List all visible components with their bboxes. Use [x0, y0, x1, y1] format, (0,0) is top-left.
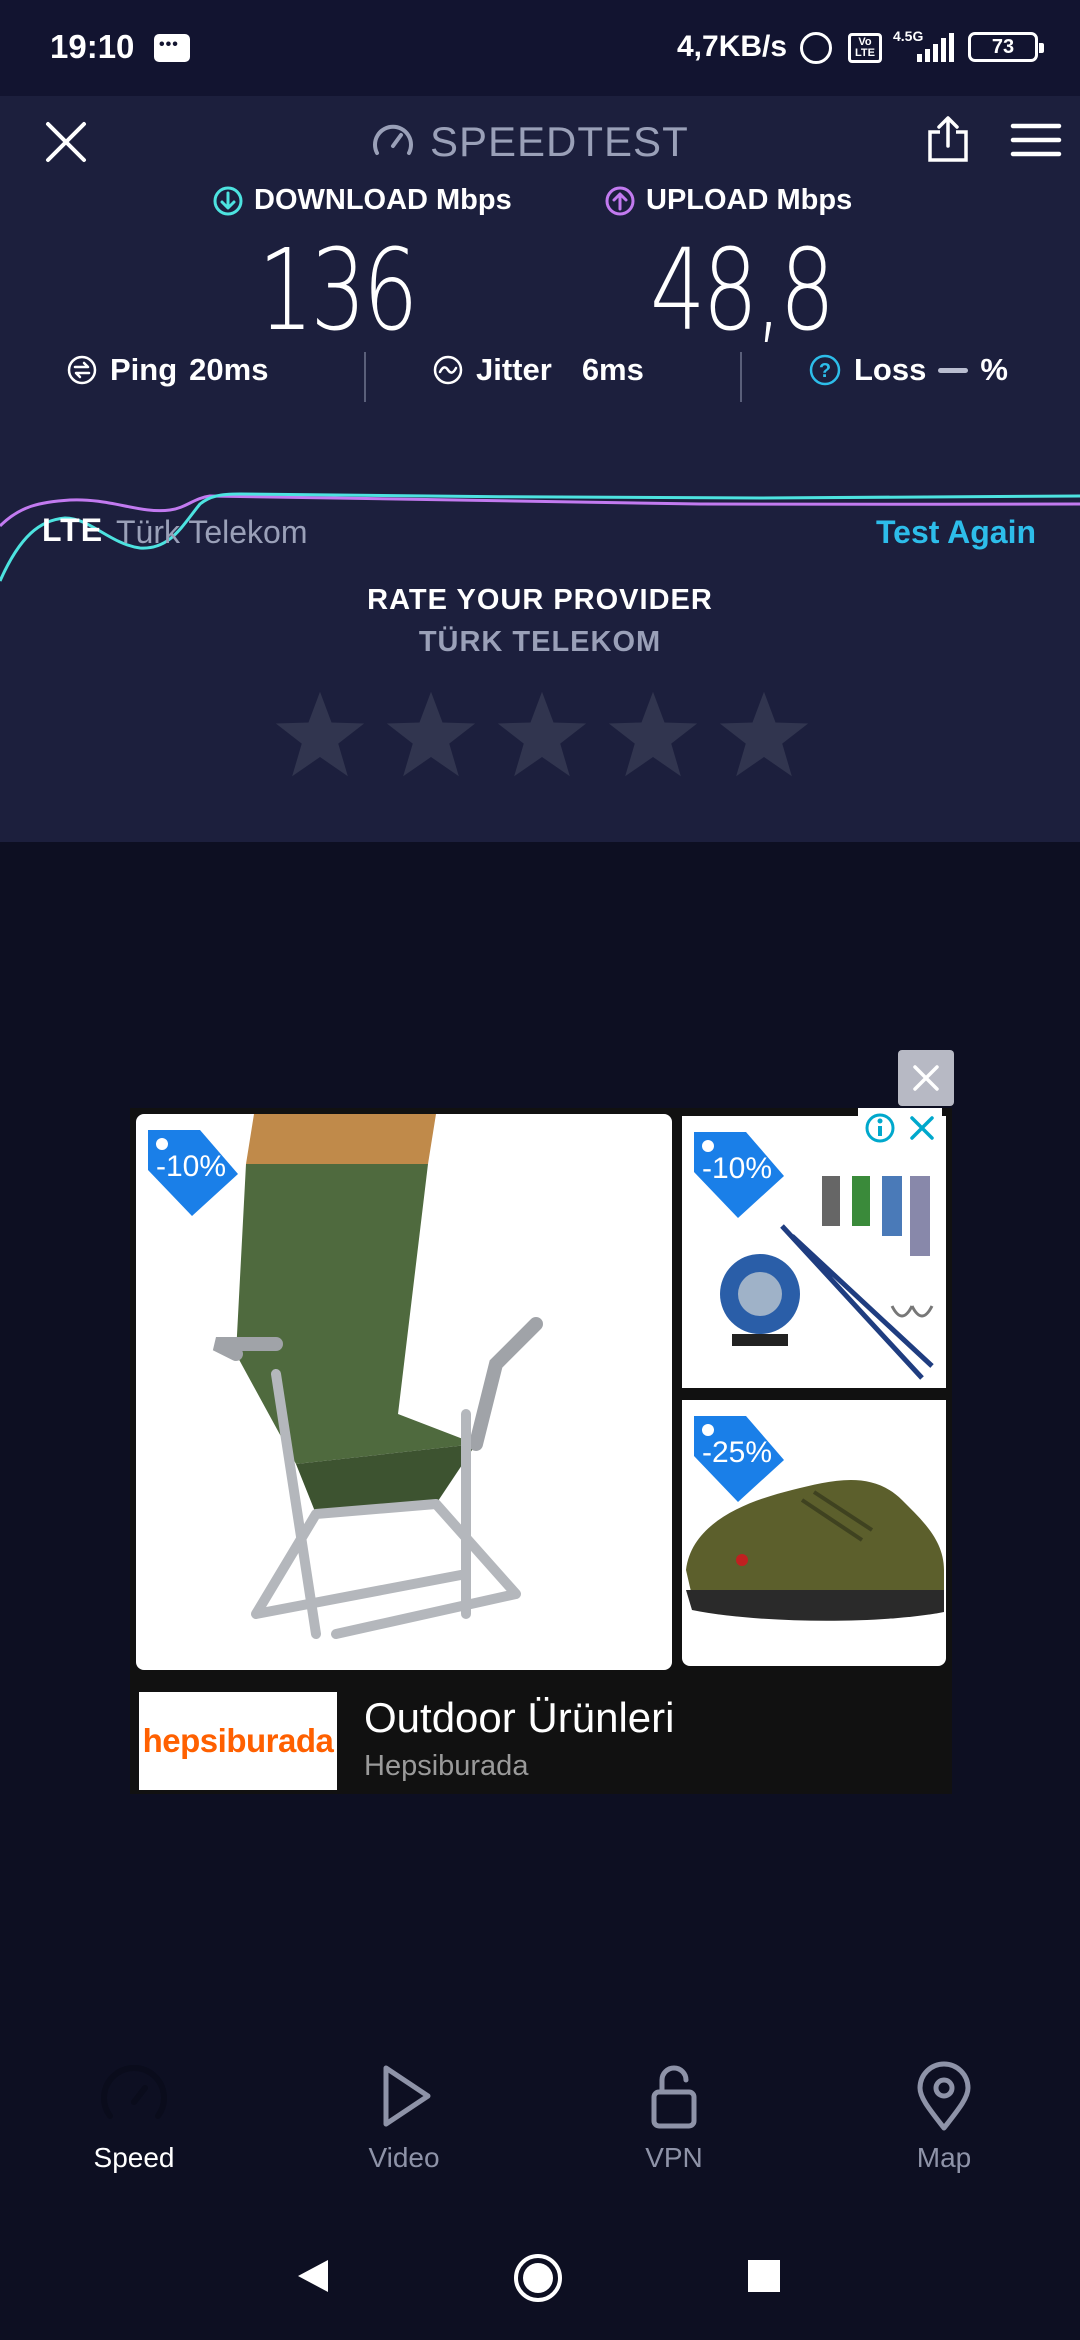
adchoices-badge[interactable] — [858, 1108, 942, 1148]
close-icon[interactable] — [40, 116, 92, 168]
test-again-button[interactable]: Test Again — [876, 514, 1036, 551]
download-arrow-icon — [213, 186, 243, 215]
help-icon[interactable]: ? — [808, 353, 842, 387]
advertiser-logo: hepsiburada — [139, 1692, 337, 1790]
upload-arrow-icon — [605, 186, 635, 215]
results-panel: SPEEDTEST DOWNLOAD Mbps UPLOAD Mbps 136 … — [0, 96, 1080, 842]
jitter-label: Jitter — [476, 352, 552, 387]
nav-speed[interactable]: Speed — [54, 2060, 214, 2200]
ad-footer[interactable]: hepsiburada Outdoor Ürünleri Hepsiburada — [130, 1674, 952, 1792]
download-header: DOWNLOAD Mbps — [212, 184, 512, 217]
jitter-icon — [433, 355, 463, 385]
download-value: 136 — [258, 226, 419, 356]
ad-product-shoe[interactable]: -25% — [682, 1400, 946, 1666]
rate-provider-title: RATE YOUR PROVIDER — [367, 584, 713, 616]
advertisement[interactable]: -10% -10% -25% hepsiburada Outdoor Ürünl… — [130, 1108, 952, 1794]
loss-label: Loss — [854, 352, 927, 387]
ad-advertiser: Hepsiburada — [364, 1750, 529, 1782]
star-icon[interactable] — [494, 686, 590, 782]
rate-provider-name: TÜRK TELEKOM — [418, 626, 662, 658]
ping-stat: Ping 20ms — [66, 352, 268, 388]
provider-name: Türk Telekom — [116, 514, 308, 550]
discount-label: -25% — [701, 1436, 773, 1469]
loss-value: % — [980, 352, 1008, 387]
jitter-stat: Jitter 6ms — [432, 352, 644, 388]
star-icon[interactable] — [272, 686, 368, 782]
star-icon[interactable] — [716, 686, 812, 782]
upload-value: 48,8 — [650, 226, 835, 356]
info-icon — [865, 1113, 895, 1143]
svg-text:?: ? — [819, 360, 831, 382]
signal-icon — [917, 33, 954, 62]
map-pin-icon — [917, 2061, 971, 2131]
nav-speed-label: Speed — [93, 2142, 175, 2173]
status-time: 19:10 — [50, 28, 135, 65]
volte-icon: Vo LTE — [848, 33, 882, 63]
upload-header: UPLOAD Mbps — [604, 184, 852, 217]
nav-map[interactable]: Map — [864, 2060, 1024, 2200]
loss-dash — [938, 367, 969, 373]
ad-close-button[interactable] — [898, 1050, 954, 1106]
unlock-icon — [651, 2065, 697, 2129]
star-rating — [272, 686, 812, 786]
status-bar: 19:10 4,7KB/s Vo LTE 4.5G 73 — [0, 0, 1080, 96]
message-notification-icon — [154, 34, 190, 62]
ping-value: 20ms — [189, 352, 269, 387]
ad-product-chair[interactable]: -10% — [136, 1114, 672, 1670]
ping-icon — [67, 355, 97, 385]
play-icon — [383, 2065, 431, 2127]
brand-logo: SPEEDTEST — [370, 114, 689, 170]
ad-product-fishing[interactable]: -10% — [682, 1116, 946, 1388]
speedometer-icon — [101, 2065, 167, 2119]
gauge-icon — [373, 124, 413, 155]
star-icon[interactable] — [605, 686, 701, 782]
loss-stat: ? Loss % — [808, 352, 1008, 388]
ad-title: Outdoor Ürünleri — [364, 1694, 675, 1741]
network-speed: 4,7KB/s — [677, 30, 788, 63]
speed-graph — [0, 492, 1080, 582]
close-icon — [913, 1065, 939, 1091]
jitter-value: 6ms — [581, 352, 644, 387]
menu-icon[interactable] — [1010, 118, 1062, 162]
close-icon — [910, 1116, 934, 1140]
download-label: DOWNLOAD Mbps — [254, 184, 512, 216]
recents-icon[interactable] — [746, 2258, 782, 2294]
star-icon[interactable] — [383, 686, 479, 782]
discount-label: -10% — [155, 1150, 227, 1183]
nav-video-label: Video — [368, 2142, 440, 2173]
share-icon[interactable] — [922, 114, 974, 166]
bottom-navigation: Speed Video VPN Map — [0, 2060, 1080, 2200]
nav-map-label: Map — [916, 2142, 972, 2173]
alarm-icon — [800, 32, 832, 64]
back-icon[interactable] — [294, 2256, 334, 2296]
home-icon[interactable] — [512, 2252, 564, 2304]
connection-type: LTE — [42, 512, 104, 548]
brand-name: SPEEDTEST — [430, 118, 689, 165]
upload-label: UPLOAD Mbps — [646, 184, 853, 216]
nav-vpn-label: VPN — [645, 2142, 703, 2173]
system-navigation-bar — [0, 2220, 1080, 2340]
battery-icon: 73 — [968, 32, 1044, 62]
nav-vpn[interactable]: VPN — [594, 2060, 754, 2200]
discount-label: -10% — [701, 1152, 773, 1185]
ping-label: Ping — [110, 352, 178, 387]
nav-video[interactable]: Video — [324, 2060, 484, 2200]
